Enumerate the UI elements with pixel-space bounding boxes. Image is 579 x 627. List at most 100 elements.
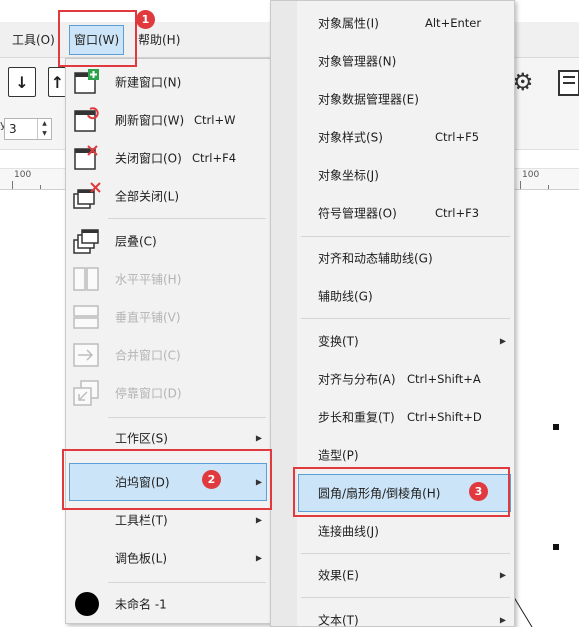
- menu-item-label: 对齐与分布(A): [318, 372, 396, 387]
- menu-separator: [301, 318, 510, 319]
- docker-item-object-coordinates[interactable]: 对象坐标(J): [271, 156, 514, 194]
- ruler-label: 100: [14, 170, 32, 180]
- menu-item-label: 变换(T): [318, 334, 359, 349]
- menu-item-tile-vertical[interactable]: 垂直平铺(V): [66, 298, 270, 336]
- ruler-tick: [520, 181, 521, 189]
- menu-item-label: 对象坐标(J): [318, 168, 379, 183]
- menu-separator: [108, 218, 266, 219]
- menu-item-label: 停靠窗口(D): [115, 386, 182, 401]
- spin-value: 3: [9, 122, 17, 136]
- menu-separator: [301, 236, 510, 237]
- menu-item-shortcut: Ctrl+Shift+D: [407, 410, 482, 424]
- menu-item-label: 未命名 -1: [115, 597, 167, 612]
- menu-item-label: 合并窗口(C): [115, 348, 181, 363]
- menu-item-close-all[interactable]: 全部关闭(L): [66, 177, 270, 215]
- merge-window-icon: [73, 343, 99, 367]
- options-panel-icon[interactable]: [558, 70, 579, 96]
- menu-item-label: 对象管理器(N): [318, 54, 397, 69]
- window-menu: 新建窗口(N) 刷新窗口(W) Ctrl+W 关闭窗口(O) Ctrl+F4 全…: [65, 58, 271, 624]
- menu-item-shortcut: Ctrl+F4: [192, 151, 237, 165]
- tile-vertical-icon: [73, 305, 99, 329]
- menu-item-shortcut: Ctrl+F5: [435, 130, 480, 144]
- docker-item-alignment-guides[interactable]: 对齐和动态辅助线(G): [271, 239, 514, 277]
- close-window-icon: [74, 145, 98, 170]
- docker-item-text[interactable]: 文本(T) ▶: [271, 601, 514, 627]
- submenu-arrow-icon: ▶: [255, 553, 262, 563]
- menu-item-close-window[interactable]: 关闭窗口(O) Ctrl+F4: [66, 139, 270, 177]
- import-icon[interactable]: ↓: [8, 67, 36, 97]
- docker-item-step-repeat[interactable]: 步长和重复(T) Ctrl+Shift+D: [271, 398, 514, 436]
- docker-item-object-manager[interactable]: 对象管理器(N): [271, 42, 514, 80]
- menu-item-tile-horizontal[interactable]: 水平平铺(H): [66, 260, 270, 298]
- menu-item-label: 对齐和动态辅助线(G): [318, 251, 433, 266]
- menu-separator: [301, 597, 510, 598]
- menu-item-label: 连接曲线(J): [318, 524, 379, 539]
- docker-item-object-styles[interactable]: 对象样式(S) Ctrl+F5: [271, 118, 514, 156]
- ruler-tick: [12, 181, 13, 189]
- annotation-badge: 3: [469, 482, 488, 501]
- menu-item-label: 调色板(L): [115, 551, 168, 566]
- spin-arrows-icon[interactable]: ▲ ▼: [37, 119, 51, 139]
- submenu-arrow-icon: ▶: [499, 336, 506, 346]
- menu-item-shortcut: Alt+Enter: [425, 16, 482, 30]
- menu-item-label: 造型(P): [318, 448, 359, 463]
- docker-item-guidelines[interactable]: 辅助线(G): [271, 277, 514, 315]
- submenu-arrow-icon: ▶: [499, 615, 506, 625]
- menu-item-dock-window[interactable]: 停靠窗口(D): [66, 374, 270, 412]
- submenu-arrow-icon: ▶: [255, 433, 262, 443]
- close-all-icon: [73, 182, 101, 209]
- menu-item-merge-window[interactable]: 合并窗口(C): [66, 336, 270, 374]
- menu-item-label: 垂直平铺(V): [115, 310, 181, 325]
- menu-item-shortcut: Ctrl+W: [194, 113, 236, 127]
- document-circle-icon: [75, 592, 99, 616]
- docker-item-object-data-manager[interactable]: 对象数据管理器(E): [271, 80, 514, 118]
- docker-item-transform[interactable]: 变换(T) ▶: [271, 322, 514, 360]
- menu-item-label: 文本(T): [318, 613, 359, 627]
- ruler-label: 100: [522, 170, 540, 180]
- menu-item-document[interactable]: 未命名 -1: [66, 585, 270, 623]
- export-icon[interactable]: ↑: [48, 67, 66, 97]
- menu-item-label: 新建窗口(N): [115, 75, 182, 90]
- menu-separator: [108, 582, 266, 583]
- submenu-arrow-icon: ▶: [499, 570, 506, 580]
- submenu-arrow-icon: ▶: [255, 515, 262, 525]
- menubar-tools[interactable]: 工具(O): [8, 22, 59, 58]
- tile-horizontal-icon: [73, 267, 99, 291]
- menu-item-label: 对象属性(I): [318, 16, 379, 31]
- menu-item-new-window[interactable]: 新建窗口(N): [66, 63, 270, 101]
- selection-handle[interactable]: [553, 424, 559, 430]
- menu-separator: [301, 553, 510, 554]
- menu-item-label: 工具栏(T): [115, 513, 168, 528]
- menu-item-label: 刷新窗口(W): [115, 113, 185, 128]
- docker-item-join-curves[interactable]: 连接曲线(J): [271, 512, 514, 550]
- refresh-window-icon: [74, 107, 99, 132]
- menu-item-shortcut: Ctrl+Shift+A: [407, 372, 481, 386]
- docker-item-object-properties[interactable]: 对象属性(I) Alt+Enter: [271, 4, 514, 42]
- menu-separator: [108, 417, 266, 418]
- docker-item-symbol-manager[interactable]: 符号管理器(O) Ctrl+F3: [271, 194, 514, 232]
- menu-item-label: 效果(E): [318, 568, 359, 583]
- menu-item-label: 水平平铺(H): [115, 272, 182, 287]
- menu-item-label: 对象数据管理器(E): [318, 92, 419, 107]
- menu-item-refresh-window[interactable]: 刷新窗口(W) Ctrl+W: [66, 101, 270, 139]
- gear-icon[interactable]: ⚙: [512, 70, 534, 94]
- new-window-icon: [74, 69, 99, 94]
- ruler-tick: [40, 185, 41, 189]
- annotation-badge: 2: [202, 470, 221, 489]
- ruler-tick: [548, 185, 549, 189]
- cascade-icon: [73, 229, 99, 254]
- dockers-submenu: 对象属性(I) Alt+Enter 对象管理器(N) 对象数据管理器(E) 对象…: [270, 0, 515, 627]
- docker-item-align-distribute[interactable]: 对齐与分布(A) Ctrl+Shift+A: [271, 360, 514, 398]
- menu-item-label: 工作区(S): [115, 431, 168, 446]
- menu-item-label: 层叠(C): [115, 234, 157, 249]
- menu-item-palettes[interactable]: 调色板(L) ▶: [66, 539, 270, 577]
- dock-window-icon: [73, 380, 99, 406]
- docker-item-effects[interactable]: 效果(E) ▶: [271, 556, 514, 594]
- menu-item-shortcut: Ctrl+F3: [435, 206, 480, 220]
- menu-item-cascade[interactable]: 层叠(C): [66, 222, 270, 260]
- menu-item-label: 步长和重复(T): [318, 410, 395, 425]
- number-spinbox[interactable]: 3 ▲ ▼: [4, 118, 52, 140]
- menu-item-label: 对象样式(S): [318, 130, 383, 145]
- annotation-box-dockers: [62, 449, 272, 510]
- selection-handle[interactable]: [553, 544, 559, 550]
